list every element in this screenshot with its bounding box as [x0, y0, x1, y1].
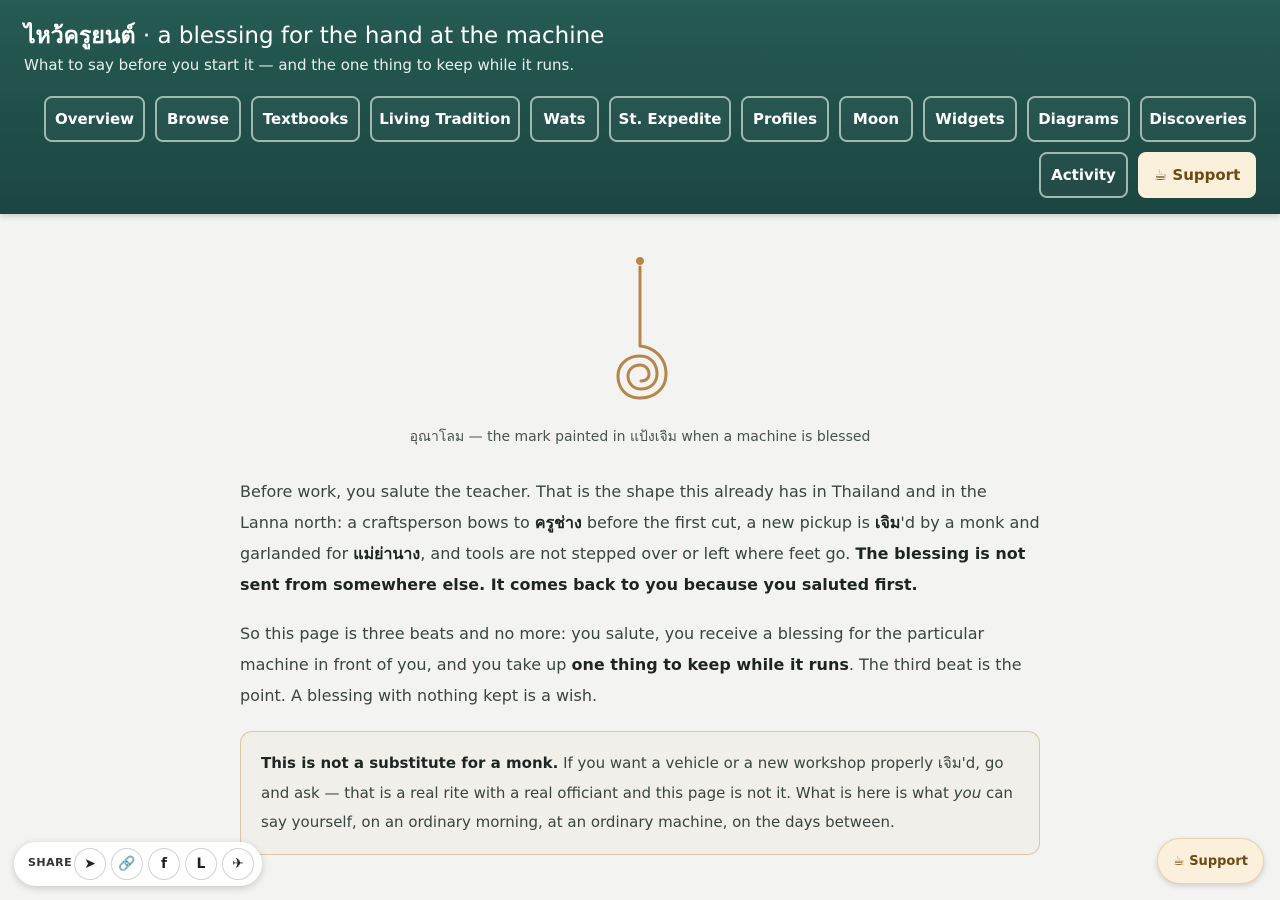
share-copy-link-button[interactable]: 🔗 — [111, 848, 143, 880]
share-send-button[interactable]: ➤ — [74, 848, 106, 880]
nav-textbooks[interactable]: Textbooks — [251, 96, 360, 142]
send-icon: ➤ — [84, 856, 96, 872]
share-bar: SHARE ➤ 🔗 f L ✈ — [14, 842, 262, 886]
term-joem: เจิม — [875, 513, 901, 532]
link-icon: 🔗 — [118, 856, 136, 872]
intro-paragraph-1: Before work, you salute the teacher. Tha… — [240, 482, 1040, 594]
nav-wats[interactable]: Wats — [530, 96, 599, 142]
share-telegram-button[interactable]: ✈ — [222, 848, 254, 880]
term-khru-chang: ครูช่าง — [534, 513, 582, 532]
nav-overview[interactable]: Overview — [44, 96, 145, 142]
facebook-icon: f — [160, 856, 168, 872]
nav-st-expedite[interactable]: St. Expedite — [609, 96, 731, 142]
site-title: ไหว้ครูยนต์ · a blessing for the hand at… — [24, 18, 604, 54]
disclaimer-callout: This is not a substitute for a monk. If … — [240, 731, 1040, 855]
disclaimer-heading: This is not a substitute for a monk. — [261, 754, 559, 772]
intro-paragraph-2: So this page is three beats and no more:… — [240, 624, 1022, 705]
nav-diagrams[interactable]: Diagrams — [1027, 96, 1130, 142]
share-facebook-button[interactable]: f — [148, 848, 180, 880]
share-label: SHARE — [28, 856, 73, 869]
site-subtitle: What to say before you start it — and th… — [24, 56, 575, 74]
unalom-icon — [616, 257, 668, 400]
nav-moon[interactable]: Moon — [839, 96, 913, 142]
nav-widgets[interactable]: Widgets — [923, 96, 1017, 142]
site-title-english: a blessing for the hand at the machine — [157, 23, 605, 49]
emblem-caption: อุณาโลม — the mark painted in แป้งเจิม w… — [409, 429, 871, 445]
nav-browse[interactable]: Browse — [155, 96, 241, 142]
telegram-icon: ✈ — [232, 856, 244, 872]
nav-activity[interactable]: Activity — [1039, 152, 1128, 198]
site-header: ไหว้ครูยนต์ · a blessing for the hand at… — [0, 0, 1280, 214]
floating-support-button[interactable]: ☕ Support — [1157, 838, 1264, 884]
term-mae-ya-nang: แม่ย่านาง — [353, 544, 421, 563]
nav-discoveries[interactable]: Discoveries — [1140, 96, 1256, 142]
nav-support-button[interactable]: ☕ Support — [1138, 152, 1256, 198]
line-icon: L — [196, 856, 206, 872]
site-title-separator: · — [135, 23, 158, 49]
nav-profiles[interactable]: Profiles — [741, 96, 829, 142]
nav-living-tradition[interactable]: Living Tradition — [370, 96, 520, 142]
site-title-thai: ไหว้ครูยนต์ — [24, 23, 136, 49]
share-line-button[interactable]: L — [185, 848, 217, 880]
keep-emphasis: one thing to keep while it runs — [571, 655, 849, 674]
